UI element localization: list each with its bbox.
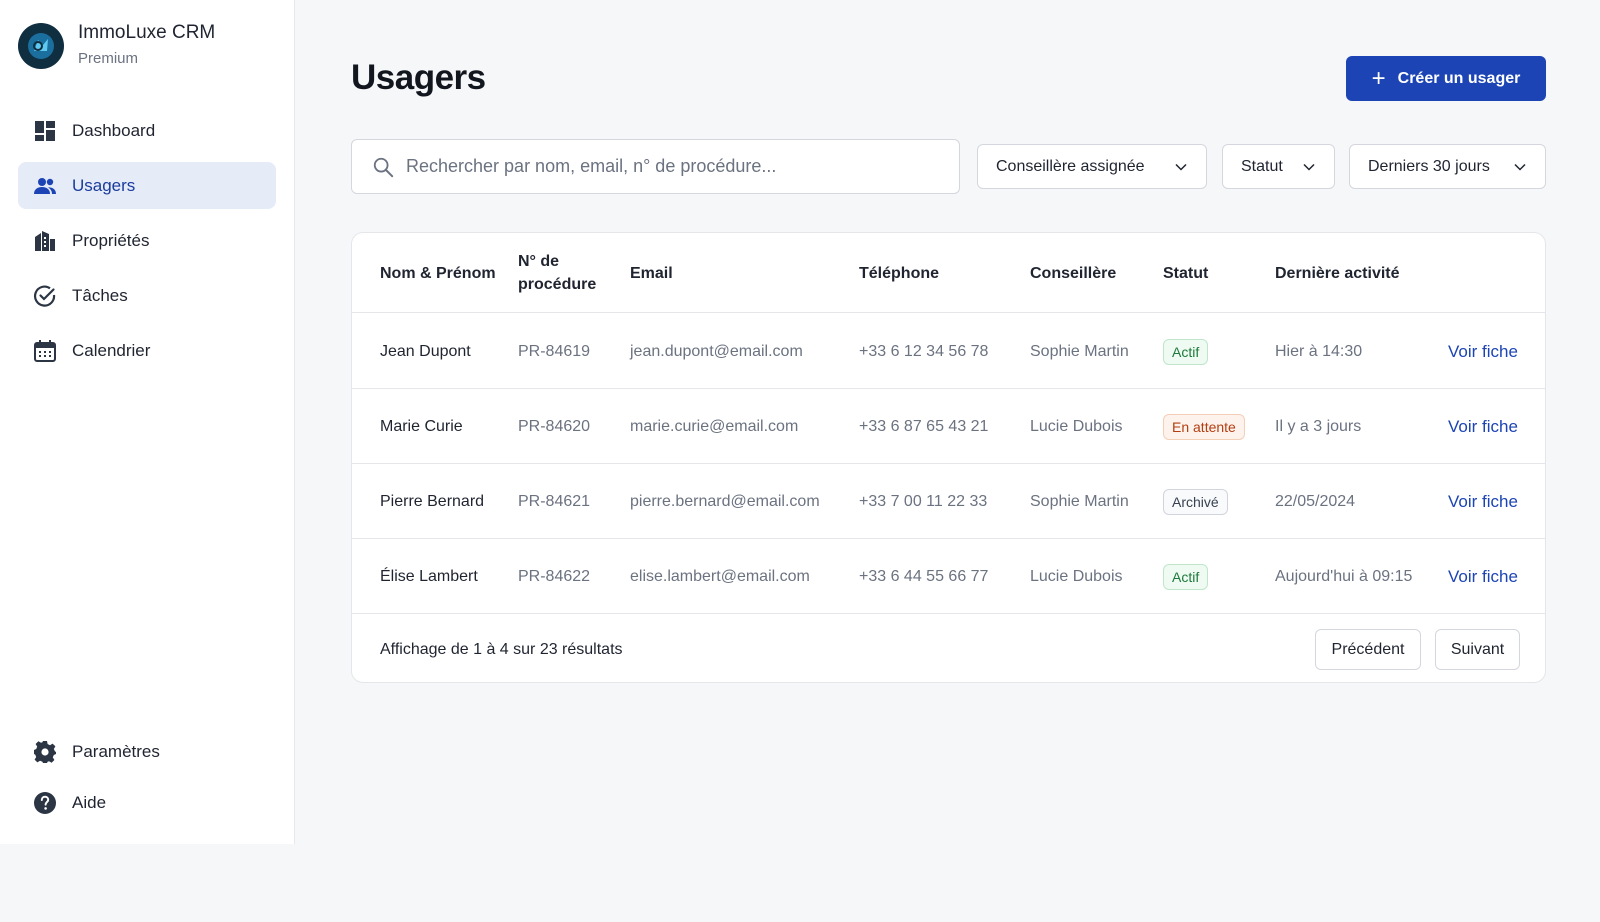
create-user-button[interactable]: + Créer un usager [1346,56,1546,101]
search-box[interactable] [351,139,960,194]
brand-name: ImmoLuxe CRM [78,22,216,43]
sidebar-item-label: Calendrier [72,340,151,360]
cell-advisor: Sophie Martin [1030,492,1129,510]
status-badge: Actif [1163,563,1209,590]
sidebar-item-label: Tâches [72,285,128,305]
cell-phone: +33 7 00 11 22 33 [859,492,988,510]
cell-email: pierre.bernard@email.com [630,492,820,510]
cell-name: Jean Dupont [380,342,471,360]
building-icon [35,230,55,251]
sidebar-item-label: Propriétés [72,230,150,250]
chevron-down-icon [1514,163,1526,171]
sidebar-item-usagers[interactable]: Usagers [18,162,276,209]
sidebar-item-taches[interactable]: Tâches [18,272,276,319]
sidebar-item-calendrier[interactable]: Calendrier [18,327,276,374]
view-record-link[interactable]: Voir fiche [1448,464,1518,539]
cell-phone: +33 6 44 55 66 77 [859,567,989,585]
brand[interactable]: ImmoLuxe CRM Premium [18,21,215,70]
help-icon [34,791,56,814]
table-footer: Affichage de 1 à 4 sur 23 résultats Préc… [352,615,1545,682]
column-header-activite[interactable]: Dernière activité [1275,233,1400,313]
cell-procedure: PR-84621 [518,492,591,510]
column-header-email[interactable]: Email [630,233,673,313]
brand-plan: Premium [78,50,139,67]
filter-conseillere[interactable]: Conseillère assignée [977,144,1207,189]
column-header-nom[interactable]: Nom & Prénom [380,233,500,313]
view-record-link[interactable]: Voir fiche [1448,389,1518,464]
cell-procedure: PR-84620 [518,417,591,435]
bottom-nav: Paramètres Aide [18,728,276,830]
chevron-down-icon [1303,163,1315,171]
cell-email: elise.lambert@email.com [630,567,810,585]
cell-procedure: PR-84622 [518,567,591,585]
cell-name: Pierre Bernard [380,492,485,510]
main-nav: Dashboard Usagers Propriétés Tâches Cale… [18,107,276,382]
brand-logo-icon [18,22,64,69]
sidebar-item-label: Dashboard [72,120,156,140]
filter-label: Derniers 30 jours [1368,157,1490,175]
view-record-link[interactable]: Voir fiche [1448,314,1518,389]
column-header-statut[interactable]: Statut [1163,233,1208,313]
cell-activity: Il y a 3 jours [1275,417,1362,435]
status-badge: Archivé [1163,488,1228,515]
column-header-telephone[interactable]: Téléphone [859,233,939,313]
cell-email: marie.curie@email.com [630,417,799,435]
sidebar-item-label: Aide [72,792,107,812]
check-circle-icon [34,285,56,307]
search-icon [373,157,394,177]
cell-advisor: Lucie Dubois [1030,567,1123,585]
sidebar-item-label: Paramètres [72,741,160,761]
column-header-procedure[interactable]: N° de procédure [518,233,618,313]
create-user-label: Créer un usager [1397,69,1521,87]
cell-email: jean.dupont@email.com [630,342,803,360]
cell-activity: Hier à 14:30 [1275,342,1363,360]
users-table: Nom & Prénom N° de procédure Email Télép… [351,232,1546,683]
sidebar-item-aide[interactable]: Aide [18,779,276,826]
next-page-button[interactable]: Suivant [1435,629,1520,670]
status-badge: En attente [1163,413,1245,440]
search-input[interactable] [406,156,926,177]
sidebar-item-dashboard[interactable]: Dashboard [18,107,276,154]
table-row[interactable]: Élise Lambert PR-84622 elise.lambert@ema… [352,539,1545,614]
cell-procedure: PR-84619 [518,342,591,360]
sidebar: ImmoLuxe CRM Premium Dashboard Usagers P… [0,0,295,844]
filter-label: Conseillère assignée [996,157,1145,175]
gear-icon [34,740,56,763]
users-icon [34,177,56,194]
table-row[interactable]: Jean Dupont PR-84619 jean.dupont@email.c… [352,314,1545,389]
column-header-conseillere[interactable]: Conseillère [1030,233,1116,313]
cell-phone: +33 6 87 65 43 21 [859,417,989,435]
cell-activity: Aujourd'hui à 09:15 [1275,567,1413,585]
cell-name: Élise Lambert [380,567,478,585]
previous-page-button[interactable]: Précédent [1315,629,1421,670]
table-header: Nom & Prénom N° de procédure Email Télép… [352,233,1545,313]
sidebar-item-parametres[interactable]: Paramètres [18,728,276,775]
cell-phone: +33 6 12 34 56 78 [859,342,989,360]
cell-advisor: Sophie Martin [1030,342,1129,360]
filter-label: Statut [1241,157,1283,175]
calendar-icon [34,339,56,362]
plus-icon: + [1371,64,1386,92]
cell-activity: 22/05/2024 [1275,492,1356,510]
cell-name: Marie Curie [380,417,463,435]
table-row[interactable]: Marie Curie PR-84620 marie.curie@email.c… [352,389,1545,464]
filter-statut[interactable]: Statut [1222,144,1335,189]
sidebar-item-label: Usagers [72,175,136,195]
filter-periode[interactable]: Derniers 30 jours [1349,144,1546,189]
page-title: Usagers [351,58,486,97]
table-row[interactable]: Pierre Bernard PR-84621 pierre.bernard@e… [352,464,1545,539]
chevron-down-icon [1175,163,1187,171]
status-badge: Actif [1163,338,1209,365]
sidebar-item-proprietes[interactable]: Propriétés [18,217,276,264]
dashboard-icon [35,120,55,141]
pagination-summary: Affichage de 1 à 4 sur 23 résultats [380,640,623,658]
view-record-link[interactable]: Voir fiche [1448,539,1518,614]
cell-advisor: Lucie Dubois [1030,417,1123,435]
